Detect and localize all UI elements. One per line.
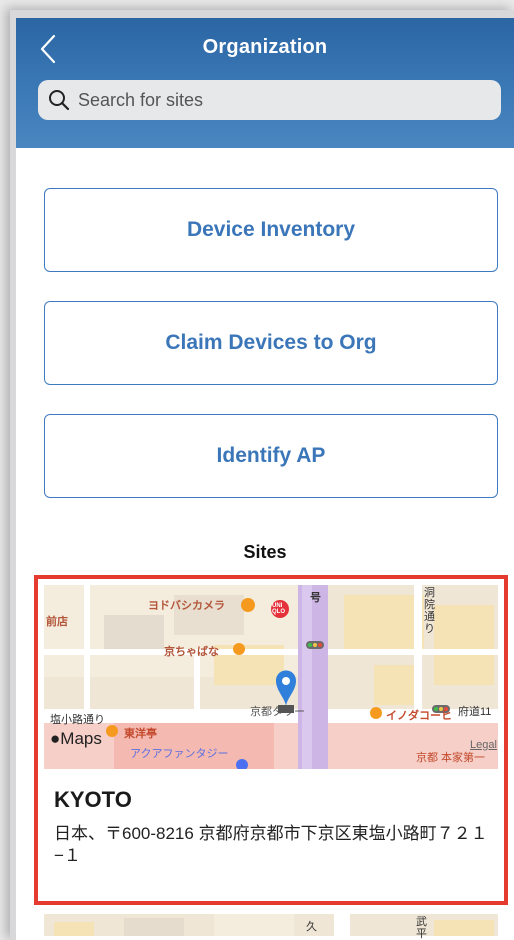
site-card[interactable]: 前店 ヨドバシカメラ 京ちゃばな 京都タワー 塩小路通り 府道11 東洋亭 アク…	[34, 575, 508, 905]
app-screen: Organization Device Inventory Claim Devi…	[16, 18, 514, 940]
map-label: 府道11	[458, 706, 492, 718]
map-label: 東洋亭	[124, 728, 157, 740]
sites-heading: Sites	[243, 542, 287, 562]
map-label: ヨドバシカメラ	[148, 600, 225, 612]
apple-icon: ●	[50, 729, 61, 748]
site-address: 日本、〒600-8216 京都府京都市下京区東塩小路町７２１−１	[54, 824, 488, 865]
map-label: UNI QLO	[272, 603, 285, 615]
map-label: 塩小路通り	[50, 714, 105, 726]
claim-devices-button[interactable]: Claim Devices to Org	[44, 301, 498, 385]
map-label: イノダコーヒ	[386, 710, 452, 722]
page-title: Organization	[202, 36, 328, 58]
identify-ap-button[interactable]: Identify AP	[44, 414, 498, 498]
site-map[interactable]: 久 武平	[44, 914, 498, 940]
map-graphic	[44, 914, 498, 940]
search-icon	[49, 90, 70, 111]
map-label: 号	[310, 592, 321, 604]
header: Organization	[16, 18, 514, 148]
site-map[interactable]: 前店 ヨドバシカメラ 京ちゃばな 京都タワー 塩小路通り 府道11 東洋亭 アク…	[44, 585, 498, 769]
site-name: KYOTO	[54, 787, 132, 812]
map-label: アクアファンタジー	[130, 748, 229, 760]
search-input[interactable]	[76, 88, 480, 112]
map-label: 武平	[416, 916, 427, 940]
search-bar[interactable]	[38, 80, 501, 120]
map-label: 京ちゃばな	[164, 646, 219, 658]
device-inventory-button[interactable]: Device Inventory	[44, 188, 498, 272]
legal-link[interactable]: Legal	[470, 739, 497, 751]
map-label: 京都タワー	[250, 706, 305, 718]
map-label: 京都 本家第一	[416, 752, 486, 764]
map-label: 前店	[46, 616, 68, 628]
map-label: 洞院通り	[424, 587, 435, 635]
maps-logo: ●Maps	[50, 729, 102, 748]
map-label: 久	[306, 921, 317, 933]
